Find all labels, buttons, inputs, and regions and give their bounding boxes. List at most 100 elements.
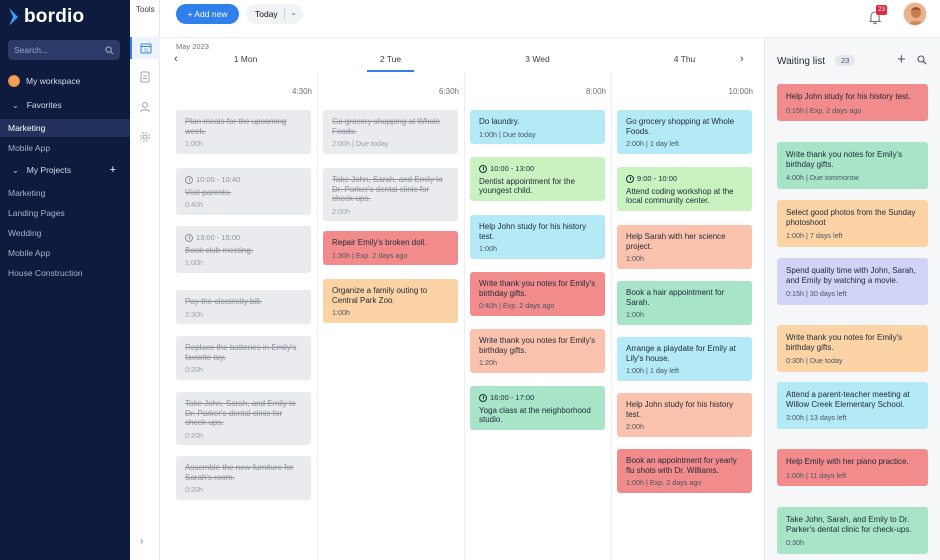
search-icon[interactable]: [917, 55, 927, 65]
notes-tool[interactable]: [130, 66, 160, 88]
sidebar-item-label: Mobile App: [8, 248, 51, 258]
task-card[interactable]: Assemble the new furniture for Sarah's r…: [176, 456, 311, 500]
projects-toggle[interactable]: ⌄ My Projects +: [0, 161, 130, 179]
calendar-day: 31: [143, 48, 149, 53]
expand-panel-icon[interactable]: ›: [140, 536, 143, 547]
task-meta: 1:00h: [185, 258, 203, 267]
bordio-logo-icon: [9, 8, 18, 26]
add-waiting-task-icon[interactable]: +: [897, 51, 906, 68]
task-meta: 0:40h | Exp. 2 days ago: [479, 301, 555, 310]
task-meta: 0:15h | Exp. 2 days ago: [786, 105, 862, 115]
workspace-item[interactable]: My workspace: [0, 72, 130, 90]
task-card[interactable]: Pay the electricity bill. 2:30h: [176, 290, 311, 324]
waiting-task-card[interactable]: Take John, Sarah, and Emily to Dr. Parke…: [777, 507, 928, 554]
task-card[interactable]: Help Sarah with her science project. 1:00…: [617, 225, 752, 269]
tools-label: Tools: [136, 5, 155, 14]
task-meta: 2:00h | 1 day left: [626, 139, 680, 148]
task-title: Replace the batteries in Emily's favorit…: [185, 343, 297, 362]
user-avatar[interactable]: [903, 2, 927, 26]
task-title: Write thank you notes for Emily's birthd…: [786, 150, 903, 169]
task-card[interactable]: Replace the batteries in Emily's favorit…: [176, 336, 311, 380]
task-meta: 1:00h: [626, 254, 644, 263]
task-card[interactable]: 13:00 - 15:00 Book club meeting. 1:00h: [176, 226, 311, 273]
search-icon: [105, 45, 114, 54]
notification-badge: 23: [876, 5, 888, 15]
task-card[interactable]: 16:00 - 17:00 Yoga class at the neighborh…: [470, 386, 605, 430]
gear-icon: [140, 132, 150, 142]
waiting-task-card[interactable]: Select good photos from the Sunday photo…: [777, 200, 928, 247]
sidebar-item-landing-pages[interactable]: Landing Pages: [0, 204, 130, 222]
day-header-tue[interactable]: 2 Tue: [317, 54, 464, 64]
current-day-indicator: [367, 70, 414, 72]
task-card[interactable]: 9:00 - 10:00 Attend coding workshop at th…: [617, 167, 752, 211]
task-card[interactable]: Repair Emily's broken doll. 1:30h | Exp. …: [323, 231, 458, 265]
today-button[interactable]: Today ⌄: [246, 4, 303, 24]
task-card[interactable]: Plan meals for the upcoming week. 1:00h: [176, 110, 311, 154]
task-meta: 1:00h: [185, 139, 203, 148]
task-card[interactable]: Organize a family outing to Central Park…: [323, 279, 458, 323]
chevron-down-icon[interactable]: ⌄: [290, 8, 297, 17]
task-title: Attend a parent-teacher meeting at Willo…: [786, 390, 910, 409]
task-card[interactable]: Write thank you notes for Emily's birthd…: [470, 272, 605, 316]
task-card[interactable]: Write thank you notes for Emily's birthd…: [470, 329, 605, 373]
task-card[interactable]: Take John, Sarah, and Emily to Dr. Parke…: [176, 392, 311, 445]
clock-icon: [185, 233, 193, 242]
settings-tool[interactable]: [130, 126, 160, 148]
task-card[interactable]: Arrange a playdate for Emily at Lily's h…: [617, 337, 752, 381]
task-title: Arrange a playdate for Emily at Lily's h…: [626, 344, 736, 363]
task-card[interactable]: Book an appointment for yearly flu shots…: [617, 449, 752, 493]
waiting-list-title: Waiting list: [777, 56, 825, 67]
divider: [284, 8, 285, 20]
task-title: Help Sarah with her science project.: [626, 232, 726, 251]
notes-icon: [140, 71, 150, 83]
day-hours-wed: 8:00h: [585, 87, 606, 96]
task-card[interactable]: 10:00 - 13:00 Dentist appointment for the…: [470, 157, 605, 201]
add-project-icon[interactable]: +: [110, 164, 116, 176]
sidebar-item-label: Marketing: [8, 188, 46, 198]
waiting-list-count: 23: [835, 55, 856, 66]
task-card[interactable]: Go grocery shopping at Whole Foods. 2:00h…: [617, 110, 752, 154]
sidebar-item-wedding[interactable]: Wedding: [0, 224, 130, 242]
task-title: Assemble the new furniture for Sarah's r…: [185, 463, 294, 482]
task-card[interactable]: Book a hair appointment for Sarah. 1:00h: [617, 281, 752, 325]
waiting-task-card[interactable]: Write thank you notes for Emily's birthd…: [777, 325, 928, 372]
calendar-tool[interactable]: 31: [130, 37, 160, 59]
task-meta: 0:20h: [185, 365, 203, 374]
day-hours-thu: 10:00h: [728, 87, 753, 96]
brand-logo[interactable]: bordio: [8, 6, 84, 28]
sidebar-item-label: Landing Pages: [8, 208, 65, 218]
task-meta: 1:30h | Exp. 2 days ago: [332, 250, 408, 260]
waiting-task-card[interactable]: Help Emily with her piano practice. 1:00h…: [777, 449, 928, 486]
workspace-avatar: [8, 75, 20, 87]
people-tool[interactable]: [130, 96, 160, 118]
task-card[interactable]: Go grocery shopping at Whole Foods. 2:00h…: [323, 110, 458, 154]
sidebar-item-marketing[interactable]: Marketing: [0, 184, 130, 202]
task-title: Repair Emily's broken doll.: [332, 238, 427, 247]
day-header-wed[interactable]: 3 Wed: [464, 54, 611, 64]
day-header-thu[interactable]: 4 Thu: [611, 54, 758, 64]
task-time: 13:00 - 15:00: [185, 233, 302, 243]
task-meta: 1:00h | 11 days left: [786, 470, 847, 480]
sidebar-search-input[interactable]: Search...: [8, 40, 120, 60]
task-card[interactable]: Help John study for his history test. 1:0…: [470, 215, 605, 259]
waiting-task-card[interactable]: Help John study for his history test. 0:1…: [777, 84, 928, 121]
waiting-task-card[interactable]: Attend a parent-teacher meeting at Willo…: [777, 382, 928, 429]
add-new-button[interactable]: + Add new: [176, 4, 239, 24]
task-title: Go grocery shopping at Whole Foods.: [626, 117, 735, 136]
favorites-toggle[interactable]: ⌄ Favorites: [0, 96, 130, 114]
sidebar-item-house-construction[interactable]: House Construction: [0, 264, 130, 282]
task-title: Help John study for his history test.: [626, 400, 734, 419]
task-title: Attend coding workshop at the local comm…: [626, 186, 734, 206]
sidebar-item-marketing-favorite[interactable]: Marketing: [0, 119, 130, 137]
waiting-task-card[interactable]: Write thank you notes for Emily's birthd…: [777, 142, 928, 189]
task-card[interactable]: Do laundry. 1:00h | Due today: [470, 110, 605, 144]
day-header-mon[interactable]: 1 Mon: [172, 54, 319, 64]
task-card[interactable]: Take John, Sarah, and Emily to Dr. Parke…: [323, 168, 458, 221]
sidebar-item-mobile-app-favorite[interactable]: Mobile App: [0, 139, 130, 157]
task-title: Help John study for his history test.: [786, 92, 911, 101]
waiting-task-card[interactable]: Spend quality time with John, Sarah, and…: [777, 258, 928, 305]
task-card[interactable]: 10:00 - 10:40 Visit parents. 0:40h: [176, 168, 311, 215]
task-card[interactable]: Help John study for his history test. 2:0…: [617, 393, 752, 437]
task-meta: 2:00h | Due today: [332, 139, 389, 148]
sidebar-item-mobile-app[interactable]: Mobile App: [0, 244, 130, 262]
